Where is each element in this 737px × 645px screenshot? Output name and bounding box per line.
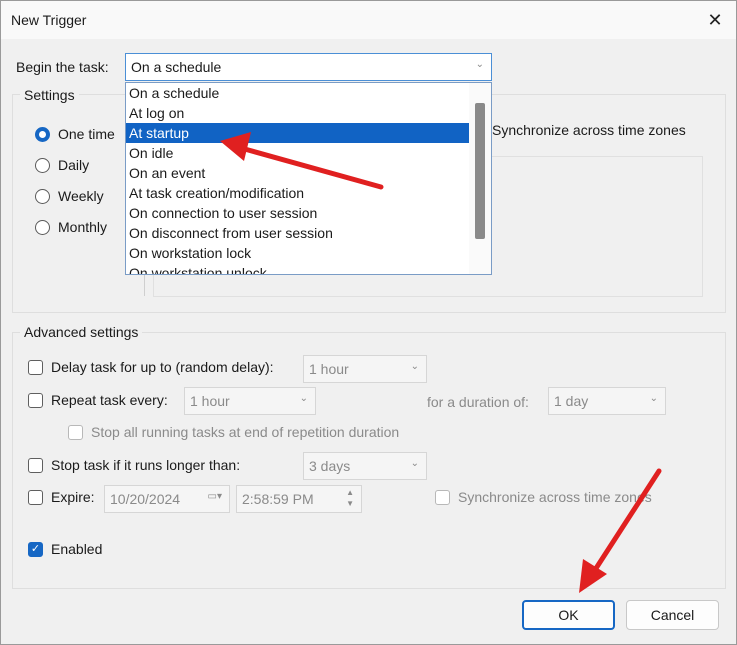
arrow-to-at-startup-icon — [220, 132, 384, 190]
arrow-to-ok-icon — [579, 468, 662, 593]
new-trigger-dialog: New Trigger ✕ Begin the task: On a sched… — [0, 0, 737, 645]
annotation-arrows — [220, 132, 662, 593]
